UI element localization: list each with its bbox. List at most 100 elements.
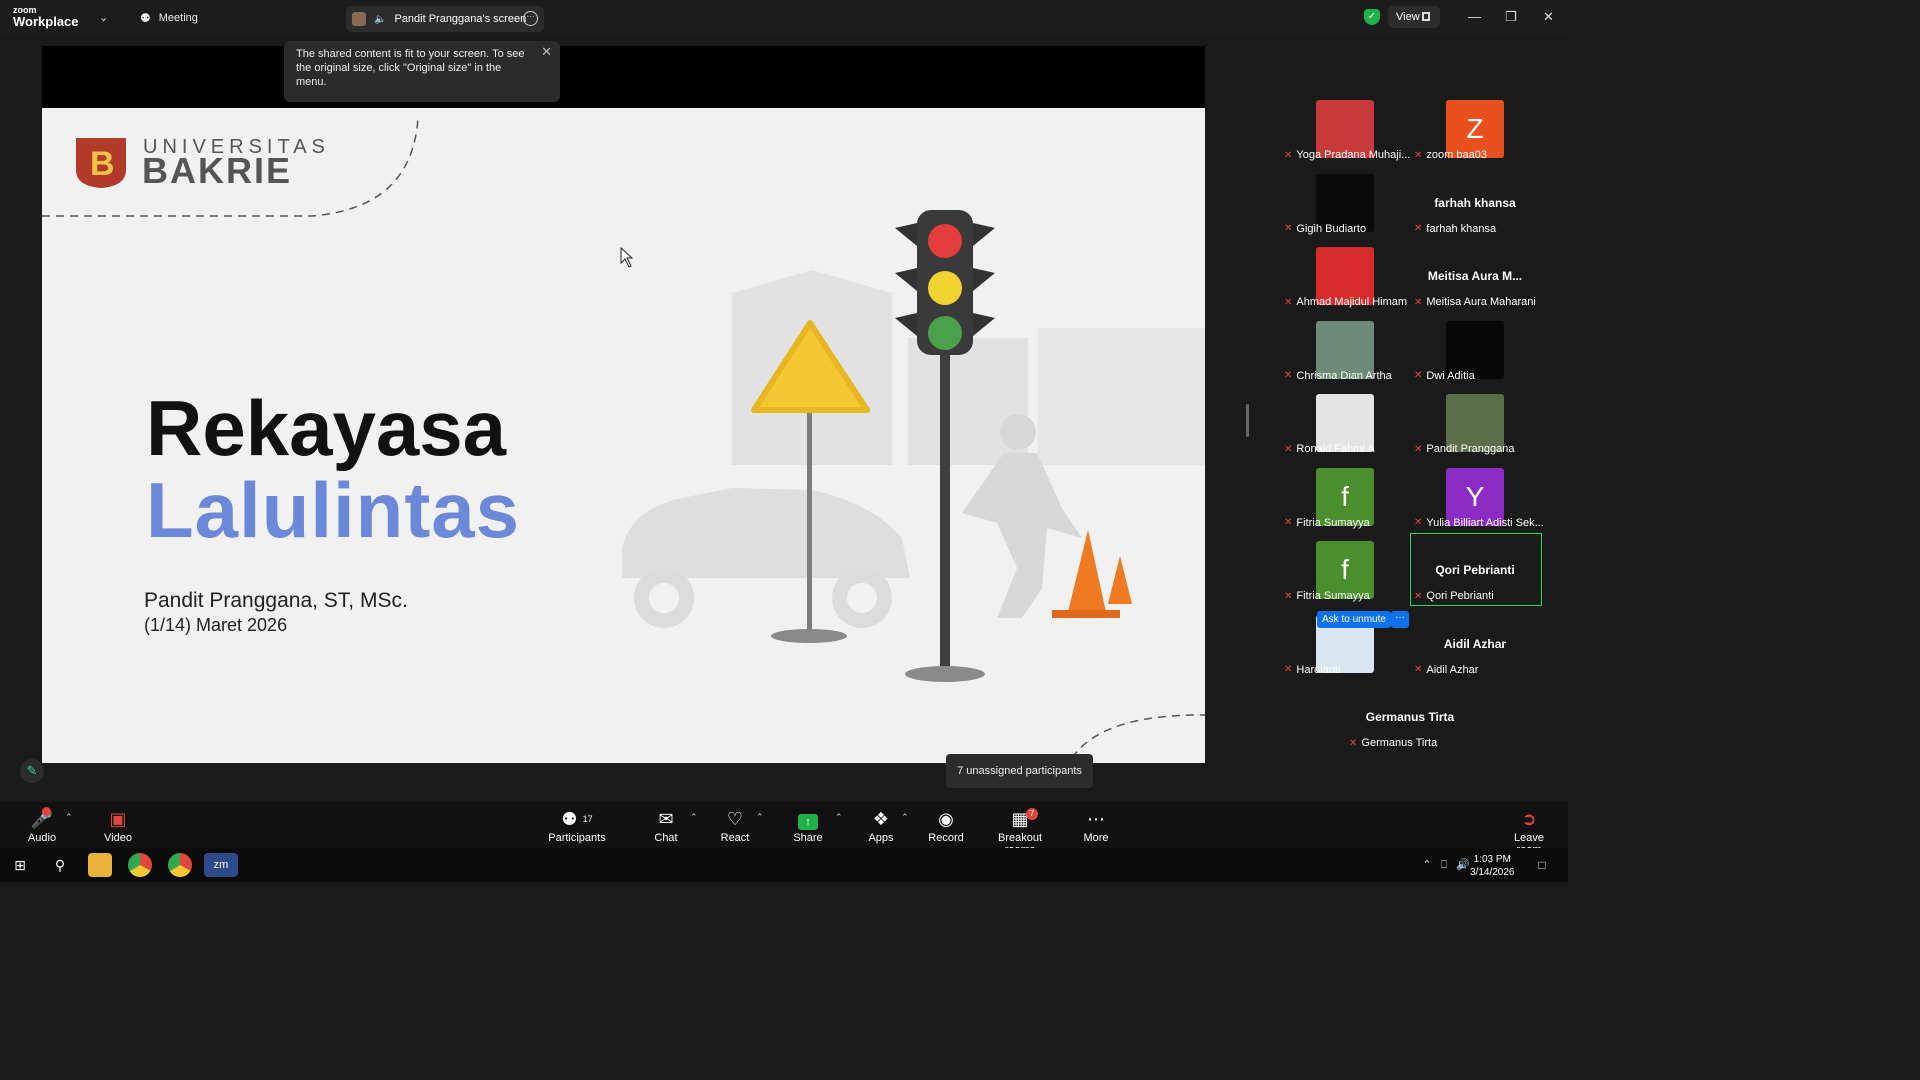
muted-mic-icon: ✕ bbox=[1284, 517, 1293, 528]
annotate-pen-icon[interactable]: ✎ bbox=[20, 759, 44, 783]
record-icon: ◉ bbox=[938, 809, 954, 829]
share-button[interactable]: ↑ Share bbox=[790, 808, 826, 844]
tab-shared-screen[interactable]: 🔈 Pandit Pranggana's screen ⋯ bbox=[346, 6, 544, 32]
minimize-button[interactable]: — bbox=[1468, 9, 1481, 24]
chevron-down-icon[interactable]: ⌄ bbox=[99, 11, 108, 24]
participant-name-text: Yoga Pradana Muhaji... bbox=[1296, 149, 1411, 161]
participant-more-button[interactable]: ··· bbox=[1391, 611, 1409, 628]
close-icon[interactable]: ✕ bbox=[541, 45, 552, 59]
security-shield-icon[interactable]: ✓ bbox=[1364, 9, 1380, 25]
tooltip-text: The shared content is fit to your screen… bbox=[296, 48, 525, 88]
meeting-tab-label: Meeting bbox=[158, 12, 198, 24]
zoom-app-icon[interactable]: zm bbox=[204, 853, 238, 877]
participant-name: ✕ zoom baa03 bbox=[1414, 149, 1487, 161]
more-options-icon[interactable]: ⋯ bbox=[523, 11, 538, 26]
muted-mic-icon: ✕ bbox=[1284, 590, 1293, 602]
meeting-toolbar: 🎤 Audio ▣ Video ⚉ 17 Participants ✉ Chat… bbox=[0, 802, 1568, 856]
muted-mic-icon: ✕ bbox=[1284, 370, 1293, 381]
record-button[interactable]: ◉ Record bbox=[928, 808, 964, 844]
close-window-button[interactable]: ✕ bbox=[1543, 9, 1554, 25]
muted-mic-icon: ✕ bbox=[1414, 370, 1423, 381]
chrome-icon-2[interactable] bbox=[168, 853, 192, 877]
participant-display-name: Meitisa Aura M... bbox=[1427, 269, 1523, 283]
slide-title-line2: Lalulintas bbox=[146, 466, 521, 554]
mouse-cursor-icon bbox=[620, 246, 634, 268]
participants-button[interactable]: ⚉ 17 Participants bbox=[546, 808, 608, 844]
apps-options-caret[interactable]: ⌃ bbox=[901, 812, 909, 823]
chat-button[interactable]: ✉ Chat bbox=[650, 808, 682, 844]
participants-count: 17 bbox=[582, 814, 593, 824]
view-label: View bbox=[1396, 11, 1420, 23]
participant-name: ✕ farhah khansa bbox=[1414, 223, 1496, 235]
muted-mic-icon: ✕ bbox=[1414, 517, 1423, 528]
search-icon[interactable]: ⚲ bbox=[48, 853, 72, 877]
participant-name: ✕ Yulia Billiart Adisti Sek... bbox=[1414, 517, 1544, 529]
apps-icon: ❖ bbox=[872, 809, 890, 829]
muted-mic-icon: ✕ bbox=[1414, 443, 1423, 455]
participant-name: ✕ Germanus Tirta bbox=[1349, 737, 1437, 749]
windows-start-icon[interactable]: ⊞ bbox=[8, 853, 32, 877]
participant-display-name: farhah khansa bbox=[1434, 195, 1516, 210]
grid-view-icon bbox=[1422, 12, 1430, 21]
slide-presenter: Pandit Pranggana, ST, MSc. bbox=[144, 589, 408, 612]
muted-mic-icon: ✕ bbox=[1414, 223, 1423, 234]
dashed-line-decoration-2 bbox=[1071, 714, 1205, 759]
traffic-light-pole bbox=[940, 348, 950, 668]
share-screen-icon: ↑ bbox=[790, 808, 826, 830]
participant-name-text: zoom baa03 bbox=[1426, 149, 1487, 161]
gallery-resize-handle[interactable] bbox=[1246, 404, 1249, 437]
participant-name: ✕ Ahmad Majidul Himam bbox=[1284, 296, 1407, 308]
react-options-caret[interactable]: ⌃ bbox=[756, 812, 764, 823]
more-button[interactable]: ⋯ More bbox=[1080, 808, 1112, 844]
maximize-button[interactable]: ❐ bbox=[1505, 9, 1517, 25]
clock-date: 3/14/2026 bbox=[1470, 867, 1515, 878]
app-logo-workplace: Workplace bbox=[13, 14, 79, 29]
screen-tab-label: Pandit Pranggana's screen bbox=[394, 13, 527, 25]
muted-mic-icon: ✕ bbox=[1284, 296, 1293, 308]
chrome-icon[interactable] bbox=[128, 853, 152, 877]
participant-name-text: Chrisma Dian Artha bbox=[1296, 369, 1392, 382]
file-explorer-icon[interactable] bbox=[88, 853, 112, 877]
traffic-cone-icon bbox=[1068, 530, 1106, 612]
participant-name: ✕ Dwi Aditia bbox=[1414, 370, 1475, 382]
slide-title-line1: Rekayasa bbox=[146, 384, 506, 472]
slide-date: (1/14) Maret 2026 bbox=[144, 615, 288, 635]
participant-name: ✕ Gigih Budiarto bbox=[1284, 223, 1366, 235]
ask-to-unmute-button[interactable]: Ask to unmute bbox=[1317, 611, 1391, 628]
tab-meeting[interactable]: ⚉ Meeting bbox=[140, 11, 198, 25]
participant-name-text: Ahmad Majidul Himam bbox=[1296, 296, 1408, 308]
speaker-icon: 🔈 bbox=[374, 13, 387, 25]
apps-button[interactable]: ❖ Apps bbox=[864, 808, 898, 844]
participant-name: ✕ Yoga Pradana Muhaji... bbox=[1284, 149, 1410, 161]
muted-mic-icon: ✕ bbox=[1414, 296, 1423, 308]
participant-name-text: Aidil Azhar bbox=[1426, 663, 1479, 676]
react-label: React bbox=[720, 832, 750, 844]
chat-icon: ✉ bbox=[658, 809, 674, 829]
view-button[interactable]: View bbox=[1388, 6, 1440, 28]
audio-options-caret[interactable]: ⌃ bbox=[65, 812, 73, 823]
participant-name-text: Gigih Budiarto bbox=[1296, 222, 1367, 235]
participant-name-text: Hardianti bbox=[1296, 663, 1341, 676]
participant-display-name: Germanus Tirta bbox=[1365, 710, 1455, 724]
share-options-caret[interactable]: ⌃ bbox=[835, 812, 843, 823]
breakout-count-badge: 7 bbox=[1026, 808, 1038, 820]
muted-mic-icon: ✕ bbox=[1284, 223, 1293, 234]
participant-name: ✕ Pandit Pranggana bbox=[1414, 443, 1514, 455]
chat-options-caret[interactable]: ⌃ bbox=[690, 812, 698, 823]
system-clock[interactable]: 1:03 PM 3/14/2026 bbox=[1470, 853, 1515, 879]
heart-icon: ♡ bbox=[726, 809, 744, 829]
muted-mic-icon: ✕ bbox=[1284, 664, 1293, 675]
notification-icon[interactable]: □ bbox=[1530, 853, 1554, 877]
video-button[interactable]: ▣ Video bbox=[100, 808, 136, 844]
volume-icon[interactable]: 🔊 bbox=[1451, 853, 1475, 877]
participant-name: ✕ Fitria Sumayya bbox=[1284, 517, 1370, 529]
react-button[interactable]: ♡ React bbox=[718, 808, 752, 844]
breakout-rooms-icon: ▦ bbox=[1011, 809, 1029, 829]
shared-slide: B UNIVERSITAS BAKRIE Rekayasa Lalulintas… bbox=[42, 108, 1205, 763]
participant-name: ✕ Chrisma Dian Artha bbox=[1284, 370, 1392, 382]
svg-text:B: B bbox=[90, 145, 115, 183]
pedestrian-silhouette bbox=[1000, 414, 1036, 450]
more-icon: ⋯ bbox=[1087, 809, 1105, 829]
participant-name: ✕ Meitisa Aura Maharani bbox=[1414, 296, 1536, 308]
title-bar: zoom Workplace ⌄ ⚉ Meeting 🔈 Pandit Pran… bbox=[0, 0, 1568, 36]
